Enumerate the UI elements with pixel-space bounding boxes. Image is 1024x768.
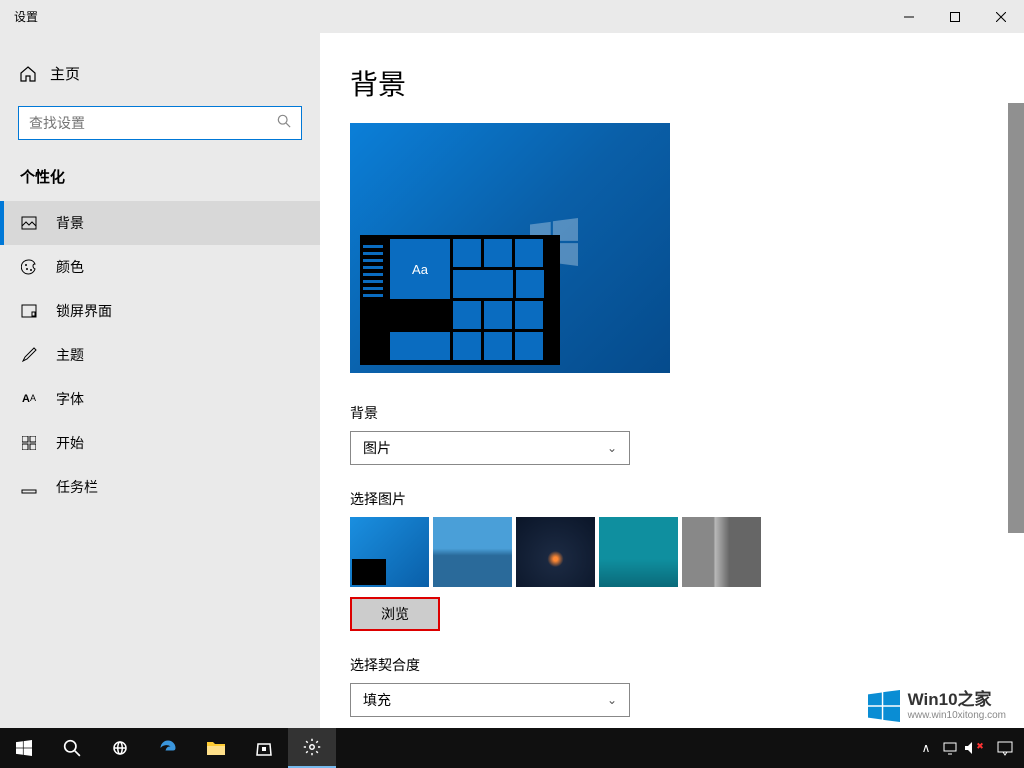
main-panel: 背景 Aa 背景 图片 ⌄ 选择图片 <box>320 33 1024 728</box>
close-button[interactable] <box>978 0 1024 33</box>
sidebar-item-label: 开始 <box>56 433 84 453</box>
palette-icon <box>20 259 38 275</box>
thumbnail-0[interactable] <box>350 517 429 587</box>
picture-thumbnails <box>350 517 1024 587</box>
thumbnail-2[interactable] <box>516 517 595 587</box>
sidebar-item-label: 颜色 <box>56 257 84 277</box>
tray-chevron[interactable]: ∧ <box>914 741 938 755</box>
sidebar-item-label: 主题 <box>56 345 84 365</box>
settings-taskbar-button[interactable] <box>288 728 336 768</box>
minimize-button[interactable] <box>886 0 932 33</box>
desktop-preview: Aa <box>350 123 670 373</box>
browse-button[interactable]: 浏览 <box>350 597 440 631</box>
notification-icon[interactable] <box>986 740 1024 756</box>
home-label: 主页 <box>50 63 80 84</box>
thumbnail-1[interactable] <box>433 517 512 587</box>
lock-icon <box>20 303 38 319</box>
taskview-button[interactable] <box>96 728 144 768</box>
search-button[interactable] <box>48 728 96 768</box>
fit-dropdown[interactable]: 填充 ⌄ <box>350 683 630 717</box>
taskbar-icon <box>20 479 38 495</box>
start-icon <box>20 436 38 450</box>
volume-icon[interactable]: ✖ <box>962 741 986 755</box>
fit-label: 选择契合度 <box>350 655 1024 675</box>
background-value: 图片 <box>363 438 391 458</box>
scrollbar[interactable] <box>1008 33 1024 728</box>
sidebar-item-taskbar[interactable]: 任务栏 <box>0 465 320 509</box>
chevron-down-icon: ⌄ <box>607 441 617 455</box>
image-icon <box>20 215 38 231</box>
font-icon: AA <box>20 393 38 405</box>
thumbnail-3[interactable] <box>599 517 678 587</box>
maximize-button[interactable] <box>932 0 978 33</box>
background-dropdown[interactable]: 图片 ⌄ <box>350 431 630 465</box>
background-label: 背景 <box>350 403 1024 423</box>
sidebar-item-fonts[interactable]: AA 字体 <box>0 377 320 421</box>
sidebar-item-label: 背景 <box>56 213 84 233</box>
sidebar-item-colors[interactable]: 颜色 <box>0 245 320 289</box>
sidebar-item-label: 锁屏界面 <box>56 301 112 321</box>
window-title: 设置 <box>14 8 38 25</box>
taskbar: ∧ ✖ <box>0 728 1024 768</box>
network-icon[interactable] <box>938 741 962 755</box>
section-label: 个性化 <box>0 158 320 201</box>
home-link[interactable]: 主页 <box>0 53 320 94</box>
store-button[interactable] <box>240 728 288 768</box>
start-button[interactable] <box>0 728 48 768</box>
sidebar-item-themes[interactable]: 主题 <box>0 333 320 377</box>
edge-button[interactable] <box>144 728 192 768</box>
chevron-down-icon: ⌄ <box>607 693 617 707</box>
sidebar-item-background[interactable]: 背景 <box>0 201 320 245</box>
sidebar-item-label: 字体 <box>56 389 84 409</box>
fit-value: 填充 <box>363 690 391 710</box>
watermark: Win10之家 www.win10xitong.com <box>858 686 1016 726</box>
titlebar: 设置 <box>0 0 1024 33</box>
page-title: 背景 <box>350 63 1024 103</box>
preview-sample-text: Aa <box>390 239 450 299</box>
search-input[interactable] <box>29 115 277 131</box>
search-input-wrap[interactable] <box>18 106 302 140</box>
explorer-button[interactable] <box>192 728 240 768</box>
brush-icon <box>20 347 38 363</box>
search-icon <box>277 114 291 133</box>
sidebar: 主页 个性化 背景 颜色 锁屏界面 主题 AA 字体 <box>0 33 320 728</box>
sidebar-item-start[interactable]: 开始 <box>0 421 320 465</box>
thumbnail-4[interactable] <box>682 517 761 587</box>
choose-picture-label: 选择图片 <box>350 489 1024 509</box>
sidebar-item-label: 任务栏 <box>56 477 98 497</box>
home-icon <box>20 66 36 82</box>
sidebar-item-lockscreen[interactable]: 锁屏界面 <box>0 289 320 333</box>
